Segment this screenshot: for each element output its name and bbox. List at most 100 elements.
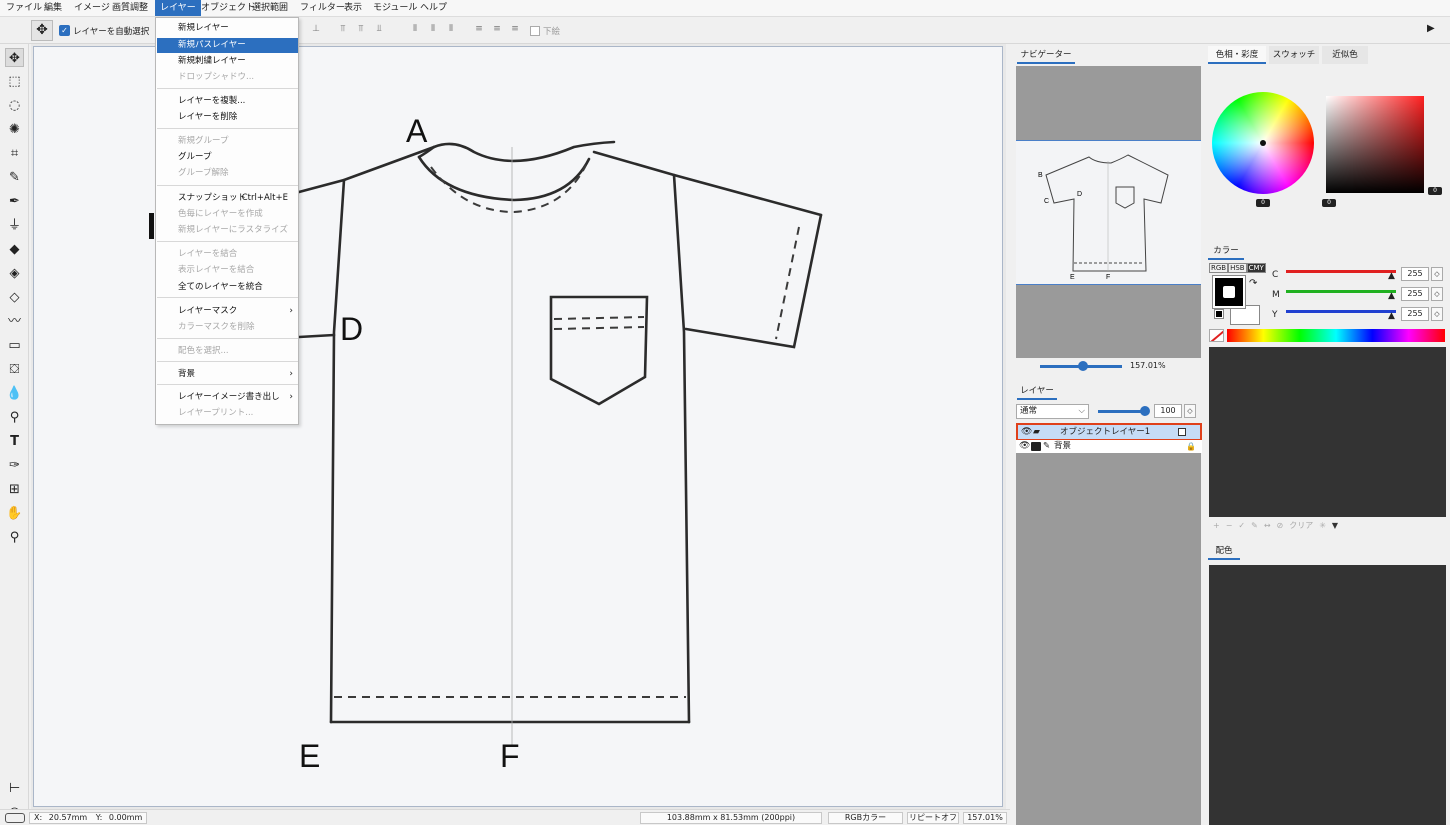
tab-similar-colors[interactable]: 近似色: [1322, 46, 1368, 64]
crop-icon[interactable]: ⌗: [5, 144, 24, 163]
distribute-vcenter-icon[interactable]: ⫪: [354, 23, 368, 36]
rectangle-shape-icon[interactable]: ▭: [5, 336, 24, 355]
tab-color[interactable]: カラー: [1208, 242, 1244, 260]
zoom-level[interactable]: 157.01%: [963, 812, 1007, 824]
menu-module[interactable]: モジュール: [370, 2, 420, 14]
pattern-icon[interactable]: 〰: [5, 312, 24, 331]
channel-m-slider[interactable]: [1286, 290, 1396, 293]
expand-toolbar-icon[interactable]: ▶: [1427, 23, 1435, 34]
blur-drop-icon[interactable]: 💧: [5, 384, 24, 403]
gradient-bucket-icon[interactable]: ◇: [5, 288, 24, 307]
foreground-color-swatch[interactable]: [1212, 275, 1246, 309]
stamp-icon[interactable]: ⏚: [5, 216, 24, 235]
lock-icon[interactable]: 🔒: [1186, 440, 1196, 453]
lasso-icon[interactable]: ◌: [5, 96, 24, 115]
space-bottom-icon[interactable]: ≡: [508, 23, 522, 36]
eye-icon[interactable]: 👁: [1019, 440, 1030, 453]
bucket-icon[interactable]: ◈: [5, 264, 24, 283]
auto-select-checkbox[interactable]: ✓: [59, 25, 70, 36]
dodge-icon[interactable]: ⚲: [5, 408, 24, 427]
underlay-checkbox[interactable]: [530, 26, 540, 36]
magic-wand-icon[interactable]: ✺: [5, 120, 24, 139]
eye-icon[interactable]: 👁: [1021, 425, 1032, 439]
blend-mode-select[interactable]: 通常 ⌵: [1016, 404, 1089, 419]
distribute-right-icon[interactable]: ⫴: [444, 23, 458, 36]
color-mode-switch[interactable]: RGB HSB CMY: [1209, 263, 1266, 273]
distribute-hcenter-icon[interactable]: ⫴: [426, 23, 440, 36]
layer-menu-item[interactable]: 背景 ›: [157, 367, 298, 382]
zoom-icon[interactable]: ⚲: [5, 528, 24, 547]
move-icon[interactable]: ✥: [5, 48, 24, 67]
layer-menu-item[interactable]: 新規パスレイヤー: [157, 38, 298, 53]
align-bottom-icon[interactable]: ⊥: [309, 23, 323, 36]
opacity-slider[interactable]: [1098, 410, 1144, 413]
menu-file[interactable]: ファイル: [3, 2, 45, 14]
slider-handle-icon[interactable]: ▲: [1388, 291, 1395, 301]
ruler-icon[interactable]: ⊢: [5, 779, 24, 798]
opacity-input[interactable]: 100: [1154, 404, 1182, 418]
layer-menu-item[interactable]: 新規レイヤー: [157, 21, 298, 36]
palette-area[interactable]: [1209, 347, 1446, 517]
eyedropper-icon[interactable]: ✎: [5, 168, 24, 187]
mesh-icon[interactable]: ⊞: [5, 480, 24, 499]
reset-colors-icon[interactable]: [1214, 309, 1224, 319]
color-mode[interactable]: RGBカラー: [828, 812, 903, 824]
distribute-top-icon[interactable]: ⫪: [336, 23, 350, 36]
layer-menu-item[interactable]: 新規刺繍レイヤー: [157, 54, 298, 69]
channel-c-input[interactable]: 255: [1401, 267, 1429, 281]
channel-y-slider[interactable]: [1286, 310, 1396, 313]
menu-view[interactable]: 表示: [341, 2, 365, 14]
layer-menu-item[interactable]: レイヤーを複製...: [157, 94, 298, 109]
hand-icon[interactable]: ✋: [5, 504, 24, 523]
repeat-mode[interactable]: リピートオフ: [907, 812, 959, 824]
layer-lock-toggle[interactable]: [1178, 428, 1186, 436]
slider-handle-icon[interactable]: ▲: [1388, 311, 1395, 321]
text-tool-icon[interactable]: T: [5, 432, 24, 451]
pen-icon[interactable]: ✑: [5, 456, 24, 475]
slider-handle-icon[interactable]: ▲: [1388, 271, 1395, 281]
menu-layer[interactable]: レイヤー: [155, 0, 201, 16]
space-middle-icon[interactable]: ≡: [490, 23, 504, 36]
layer-menu-item[interactable]: レイヤーイメージ書き出し ›: [157, 390, 298, 405]
tab-hue-saturation[interactable]: 色相・彩度: [1208, 46, 1266, 64]
menu-edit[interactable]: 編集: [41, 2, 65, 14]
layer-menu-item[interactable]: 全てのレイヤーを統合: [157, 280, 298, 295]
channel-c-slider[interactable]: [1286, 270, 1396, 273]
layer-row-background[interactable]: 👁 ✎ 背景 🔒: [1016, 440, 1202, 453]
menu-image[interactable]: イメージ: [71, 2, 113, 14]
saturation-square[interactable]: [1326, 96, 1424, 193]
tab-navigator[interactable]: ナビゲーター: [1017, 46, 1075, 64]
opacity-spinner[interactable]: ◇: [1184, 404, 1196, 418]
no-color-swatch[interactable]: [1209, 329, 1224, 342]
rect-select-icon[interactable]: ⬚: [5, 72, 24, 91]
navigator-thumbnail[interactable]: B D C E F: [1016, 140, 1201, 285]
eraser-icon[interactable]: ◆: [5, 240, 24, 259]
spectrum-bar[interactable]: [1227, 329, 1445, 342]
color-scheme-area[interactable]: [1209, 565, 1446, 825]
menu-selection[interactable]: 選択範囲: [249, 2, 291, 14]
brush-icon[interactable]: ✒: [5, 192, 24, 211]
tab-swatches[interactable]: スウォッチ: [1269, 46, 1319, 64]
color-wheel[interactable]: [1212, 92, 1314, 194]
wheel-picker[interactable]: [1260, 140, 1266, 146]
layer-menu-item[interactable]: レイヤーマスク ›: [157, 304, 298, 319]
space-top-icon[interactable]: ≡: [472, 23, 486, 36]
distribute-left-icon[interactable]: ⫴: [408, 23, 422, 36]
layer-menu-item[interactable]: グループ: [157, 150, 298, 165]
layer-row-object[interactable]: 👁 ▰ オブジェクトレイヤー1: [1016, 423, 1202, 441]
tab-layers[interactable]: レイヤー: [1017, 382, 1057, 400]
fill-stamp-icon[interactable]: ⛋: [5, 360, 24, 379]
channel-c-spinner[interactable]: ◇: [1431, 267, 1443, 281]
swap-colors-icon[interactable]: ↷: [1249, 278, 1257, 289]
channel-m-spinner[interactable]: ◇: [1431, 287, 1443, 301]
layer-menu-item[interactable]: スナップショット Ctrl+Alt+E: [157, 191, 298, 206]
opacity-handle[interactable]: [1140, 406, 1150, 416]
layer-menu-item[interactable]: レイヤーを削除: [157, 110, 298, 125]
tab-color-scheme[interactable]: 配色: [1208, 542, 1240, 560]
background-color-swatch[interactable]: [1230, 305, 1260, 325]
distribute-bottom-icon[interactable]: ⫫: [372, 23, 386, 36]
move-tool-icon[interactable]: ✥: [31, 20, 53, 41]
menu-adjust[interactable]: 画質調整: [109, 2, 151, 14]
channel-m-input[interactable]: 255: [1401, 287, 1429, 301]
menu-help[interactable]: ヘルプ: [417, 2, 450, 14]
